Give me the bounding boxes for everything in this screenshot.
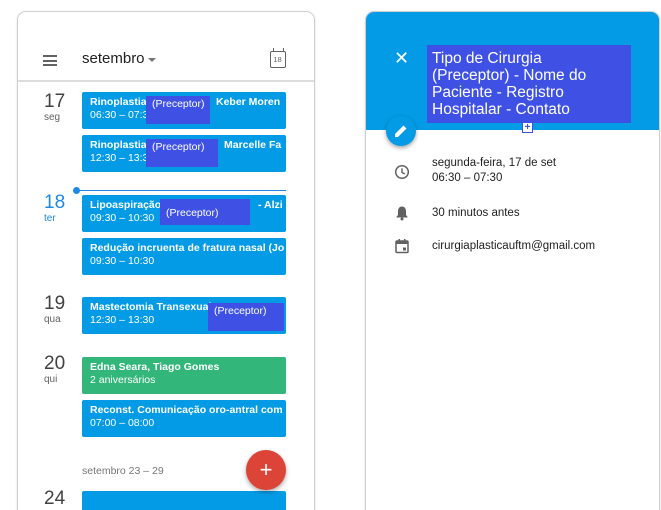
event-lipoaspiracao[interactable]: Lipoaspiração 09:30 – 10:30 (Preceptor) … bbox=[82, 195, 286, 232]
event-reconst-comunicacao[interactable]: Reconst. Comunicação oro-antral com 07:0… bbox=[82, 400, 286, 437]
month-selector[interactable]: setembro bbox=[82, 50, 145, 67]
day-number: 20 bbox=[44, 353, 66, 374]
event-subtitle: 2 aniversários bbox=[90, 374, 156, 386]
day-label-17: 17 seg bbox=[44, 92, 84, 124]
event-rinoplastia-2[interactable]: Rinoplastia 12:30 – 13:3 (Preceptor) Mar… bbox=[82, 135, 286, 172]
event-partial[interactable] bbox=[82, 491, 286, 510]
title-line-3: Paciente - Registro bbox=[432, 84, 564, 101]
event-tag: (Preceptor) bbox=[146, 139, 218, 167]
event-suffix: Keber Moren bbox=[216, 96, 281, 108]
event-detail-header: ✕ Tipo de Cirurgia (Preceptor) - Nome do… bbox=[366, 12, 659, 133]
title-line-4: Hospitalar - Contato bbox=[432, 101, 570, 118]
event-detail-screen: ✕ Tipo de Cirurgia (Preceptor) - Nome do… bbox=[366, 12, 659, 510]
expand-plus-icon[interactable]: + bbox=[522, 122, 533, 133]
bell-icon bbox=[396, 206, 408, 221]
event-reminder: 30 minutos antes bbox=[432, 207, 520, 219]
clock-icon bbox=[394, 164, 410, 180]
event-title: Edna Seara, Tiago Gomes bbox=[90, 361, 220, 373]
day-weekday: qua bbox=[44, 314, 61, 325]
pencil-icon bbox=[395, 125, 407, 137]
current-time-line bbox=[76, 190, 286, 191]
event-calendar-account: cirurgiaplasticauftm@gmail.com bbox=[432, 240, 596, 252]
day-number: 18 bbox=[44, 192, 66, 213]
agenda-app-bar: setembro 18 bbox=[18, 12, 314, 82]
chevron-down-icon[interactable] bbox=[148, 58, 156, 62]
add-event-button[interactable]: + bbox=[246, 450, 286, 490]
close-icon[interactable]: ✕ bbox=[394, 48, 409, 68]
event-rinoplastia-1[interactable]: Rinoplastia 06:30 – 07:3 (Preceptor) Keb… bbox=[82, 92, 286, 129]
day-label-19: 19 qua bbox=[44, 294, 84, 326]
menu-icon[interactable] bbox=[43, 55, 57, 66]
event-title-template: Tipo de Cirurgia (Preceptor) - Nome do P… bbox=[427, 45, 631, 123]
week-range-label: setembro 23 – 29 bbox=[82, 465, 164, 477]
day-weekday: qui bbox=[44, 374, 58, 385]
title-line-1: Tipo de Cirurgia bbox=[432, 50, 542, 67]
event-date: segunda-feira, 17 de set bbox=[432, 157, 557, 169]
day-label-20: 20 qui bbox=[44, 354, 84, 386]
event-suffix: Marcelle Fa bbox=[224, 139, 282, 151]
calendar-today-icon[interactable]: 18 bbox=[270, 48, 286, 68]
calendar-icon bbox=[395, 239, 409, 254]
event-time: 07:00 – 08:00 bbox=[90, 417, 155, 429]
event-time: 09:30 – 10:30 bbox=[90, 255, 155, 267]
day-weekday: seg bbox=[44, 112, 61, 123]
event-aniversarios[interactable]: Edna Seara, Tiago Gomes 2 aniversários bbox=[82, 357, 286, 394]
day-label-18: 18 ter bbox=[44, 193, 84, 225]
calendar-today-day: 18 bbox=[273, 55, 282, 64]
day-number: 17 bbox=[44, 91, 66, 112]
event-reducao-fratura-nasal[interactable]: Redução incruenta de fratura nasal (Jo 0… bbox=[82, 238, 286, 275]
event-title: Reconst. Comunicação oro-antral com bbox=[90, 404, 283, 416]
day-number: 19 bbox=[44, 293, 66, 314]
day-weekday: ter bbox=[44, 213, 56, 224]
event-tag: (Preceptor) bbox=[208, 303, 284, 331]
event-time-range: 06:30 – 07:30 bbox=[432, 172, 503, 184]
day-label-24-partial: 24 bbox=[44, 488, 66, 509]
edit-event-button[interactable] bbox=[386, 116, 416, 146]
agenda-screen: setembro 18 17 seg Rinoplastia 06:30 – 0… bbox=[18, 12, 314, 510]
event-tag: (Preceptor) bbox=[160, 199, 250, 225]
event-suffix: - Alzi bbox=[258, 199, 283, 211]
event-tag: (Preceptor) bbox=[146, 96, 210, 124]
event-title: Redução incruenta de fratura nasal (Jo bbox=[90, 242, 285, 254]
event-mastectomia-transexual[interactable]: Mastectomia Transexual 12:30 – 13:30 (Pr… bbox=[82, 297, 286, 334]
title-line-2: (Preceptor) - Nome do bbox=[432, 67, 587, 84]
